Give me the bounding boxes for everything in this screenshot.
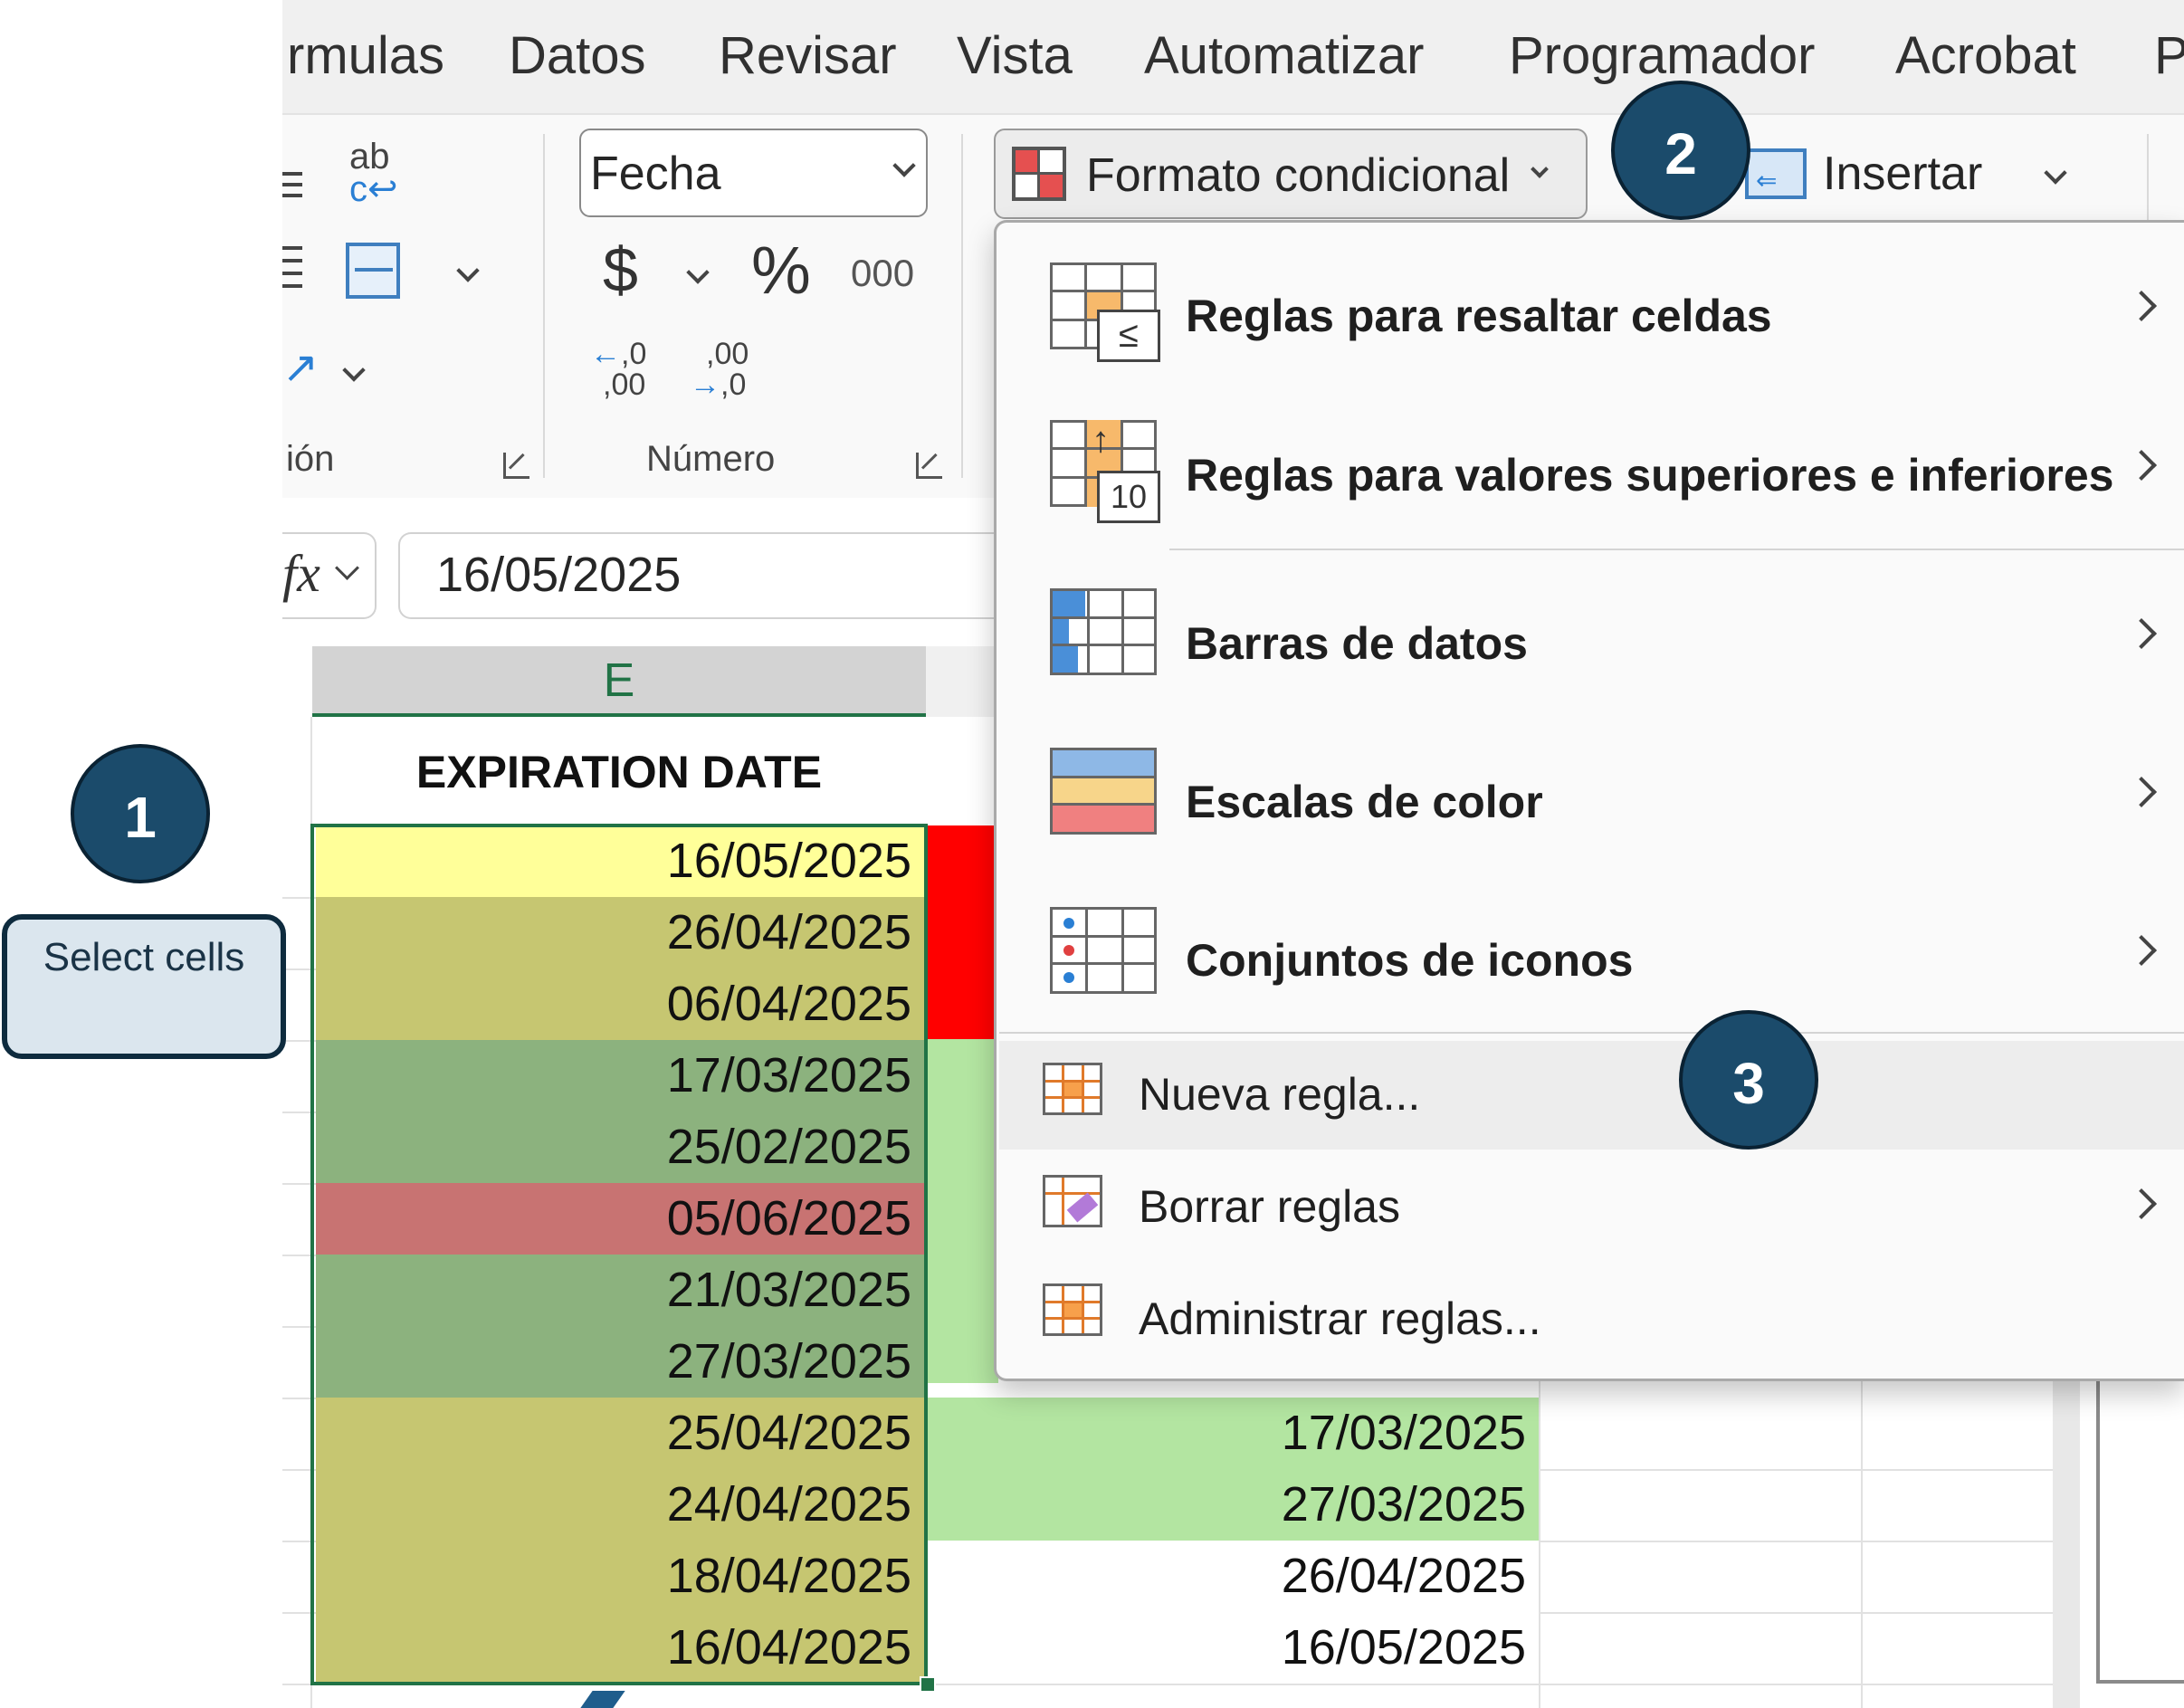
insert-cells-icon[interactable]: ⇐ [1745, 148, 1807, 199]
orientation-icon[interactable]: ↗ [282, 342, 319, 393]
step-1-badge: 1 [71, 744, 210, 883]
tab-programador[interactable]: Programador [1509, 25, 1815, 86]
clear-rules-icon [1043, 1175, 1102, 1227]
ribbon-tab-bar: rmulas Datos Revisar Vista Automatizar P… [282, 0, 2184, 113]
insert-label[interactable]: Insertar [1823, 147, 1982, 201]
column-header-e[interactable]: E [312, 646, 926, 717]
fill-handle[interactable] [920, 1676, 936, 1693]
merge-center-icon[interactable] [346, 243, 400, 299]
column-header-f[interactable] [926, 646, 998, 717]
alignment-dialog-launcher-icon[interactable] [503, 453, 529, 479]
tab-truncated[interactable]: P [2154, 25, 2184, 86]
menu-item-manage-rules-label: Administrar reglas... [1139, 1293, 1541, 1344]
align-lines-icon-2[interactable] [282, 246, 304, 291]
ribbon-divider [543, 134, 545, 478]
tab-datos[interactable]: Datos [509, 25, 646, 86]
percent-format-button[interactable]: % [751, 232, 811, 309]
conditional-format-button[interactable]: Formato condicional [994, 129, 1588, 219]
column-f-cell[interactable]: 26/04/2025 [928, 1541, 1539, 1612]
number-group-label: Número [646, 439, 776, 479]
conditional-format-chevron-icon [1531, 160, 1549, 178]
number-format-select[interactable]: Fecha [579, 129, 928, 217]
menu-item-new-rule-label: Nueva regla... [1139, 1069, 1421, 1120]
menu-item-clear-rules-label: Borrar reglas [1139, 1181, 1400, 1232]
conditional-format-icon [1012, 147, 1066, 201]
expiration-date-header[interactable]: EXPIRATION DATE [312, 724, 926, 820]
increase-decimal-icon[interactable]: ←,0,00 [590, 339, 646, 400]
ribbon-divider-3 [2147, 134, 2149, 224]
align-lines-icon[interactable] [282, 172, 304, 199]
menu-divider [1169, 549, 2184, 550]
conditional-format-label: Formato condicional [1086, 149, 1511, 202]
manage-rules-icon [1043, 1283, 1102, 1336]
select-cells-note: Select cells [2, 914, 286, 1059]
column-f-cell[interactable]: 16/05/2025 [928, 1612, 1539, 1684]
menu-item-data-bars-label: Barras de datos [1186, 618, 1528, 669]
number-dialog-launcher-icon[interactable] [916, 453, 942, 479]
vertical-scrollbar[interactable] [2053, 1376, 2080, 1708]
tab-acrobat[interactable]: Acrobat [1895, 25, 2076, 86]
column-header-e-label: E [603, 654, 635, 707]
fx-chevron-icon[interactable] [335, 556, 359, 580]
tab-automatizar[interactable]: Automatizar [1144, 25, 1424, 86]
wrap-text-icon[interactable]: ab c↩ [349, 138, 398, 207]
expiration-date-header-label: EXPIRATION DATE [415, 747, 823, 797]
menu-item-icon-sets-label: Conjuntos de iconos [1186, 935, 1634, 986]
tab-revisar[interactable]: Revisar [719, 25, 897, 86]
number-format-chevron-icon [892, 154, 916, 177]
thousands-separator-button[interactable]: 000 [851, 252, 914, 295]
alignment-group-label: ión [286, 439, 335, 479]
tab-vista[interactable]: Vista [957, 25, 1073, 86]
step-2-badge: 2 [1611, 81, 1750, 220]
currency-format-button[interactable]: $ [603, 234, 638, 306]
ribbon-divider-2 [961, 134, 963, 478]
menu-item-color-scales-label: Escalas de color [1186, 777, 1543, 827]
number-format-value: Fecha [590, 148, 721, 200]
column-f-cell[interactable]: 17/03/2025 [928, 1398, 1539, 1469]
column-f-green-fill [926, 1039, 998, 1383]
decrease-decimal-icon[interactable]: ,00 →,0 [690, 339, 749, 400]
grid-line [928, 1684, 2053, 1685]
new-rule-icon [1043, 1063, 1102, 1115]
menu-item-color-scales[interactable] [997, 742, 2184, 854]
side-panel-frame [2096, 1376, 2184, 1684]
column-f-cell[interactable]: 27/03/2025 [928, 1469, 1539, 1541]
column-f-red-fill [926, 825, 998, 1039]
function-box[interactable]: fx [282, 532, 377, 619]
tab-formulas[interactable]: rmulas [287, 25, 444, 86]
step-3-badge: 3 [1679, 1010, 1818, 1150]
menu-item-top-bottom-rules-label: Reglas para valores superiores e inferio… [1186, 450, 2114, 501]
menu-item-data-bars[interactable] [997, 583, 2184, 695]
menu-item-highlight-rules-label: Reglas para resaltar celdas [1186, 291, 1772, 341]
formula-value: 16/05/2025 [436, 548, 682, 602]
fx-icon[interactable]: fx [282, 543, 320, 604]
menu-divider-2 [999, 1032, 2184, 1034]
selection-range[interactable] [310, 824, 928, 1685]
